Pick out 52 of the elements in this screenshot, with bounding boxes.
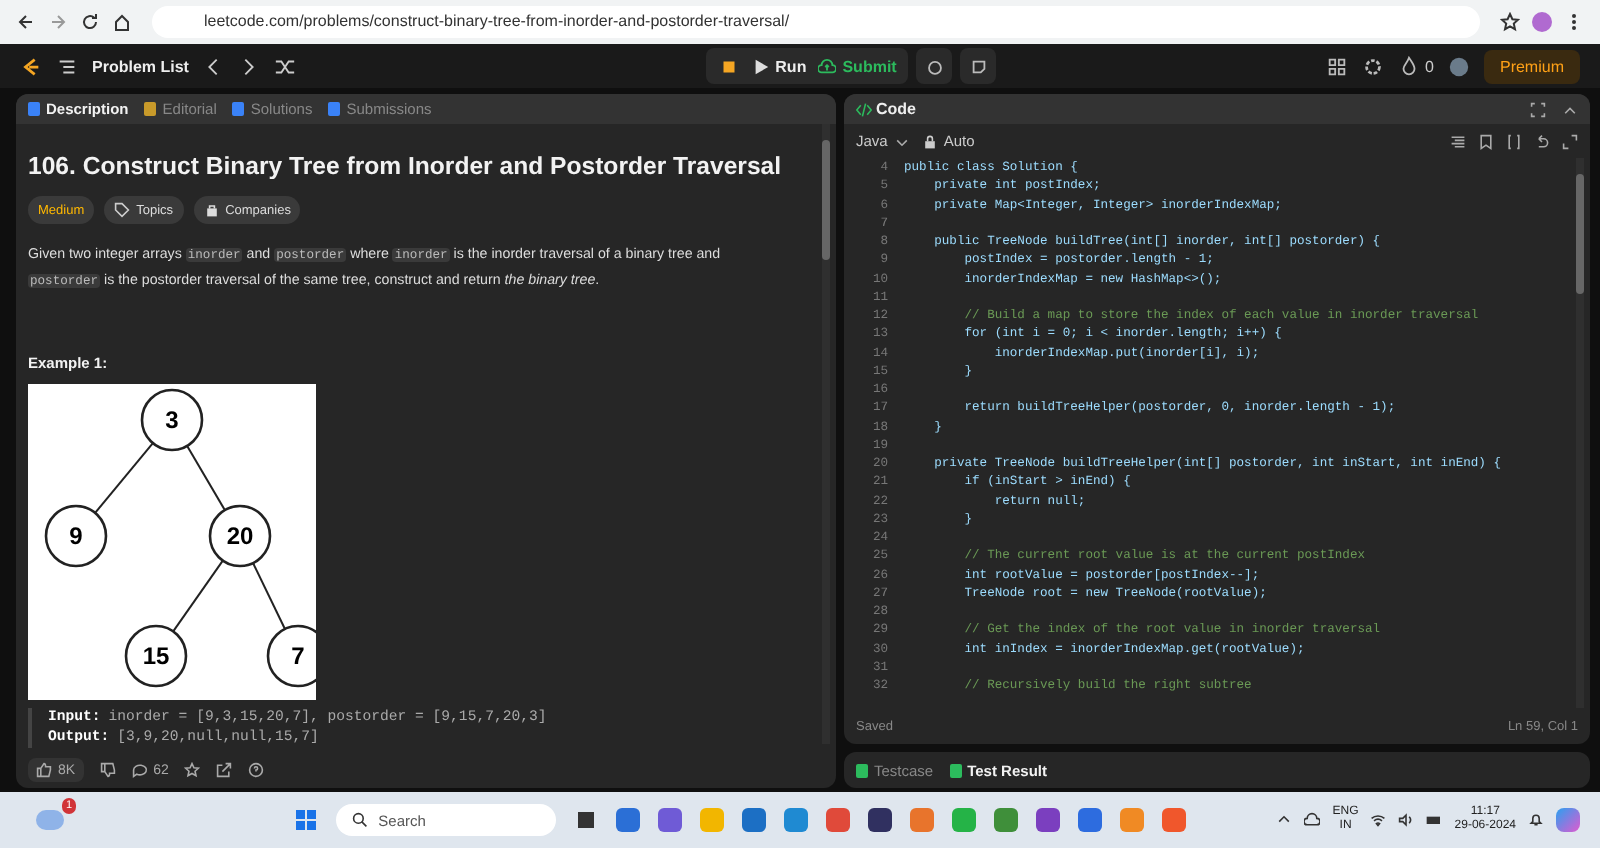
layout-icon[interactable]: [1325, 55, 1348, 77]
dislike-icon[interactable]: [99, 762, 116, 778]
bell-icon[interactable]: [1528, 812, 1544, 828]
lock-icon: [921, 133, 938, 149]
profile-avatar[interactable]: [1532, 12, 1552, 32]
code-brackets-icon: [856, 101, 872, 117]
problem-list-link[interactable]: Problem List: [92, 57, 189, 75]
back-icon[interactable]: [16, 12, 36, 32]
problem-title: 106. Construct Binary Tree from Inorder and Postorder Traversal: [28, 152, 784, 180]
star-icon[interactable]: [184, 762, 201, 778]
share-icon[interactable]: [216, 762, 233, 778]
submit-button[interactable]: Submit: [818, 57, 897, 75]
list-icon[interactable]: [56, 55, 78, 77]
tag-icon: [114, 202, 131, 218]
chevron-up-icon[interactable]: [1276, 812, 1293, 828]
star-icon[interactable]: [1500, 12, 1520, 32]
home-icon[interactable]: [112, 12, 132, 32]
help-icon[interactable]: [248, 762, 265, 778]
note-icon: [969, 57, 988, 75]
binary-tree-drawing: 3 9 20 15 7: [28, 384, 316, 700]
task-view-icon[interactable]: [574, 808, 599, 832]
braces-icon[interactable]: [1506, 133, 1522, 149]
alarm-clock-button[interactable]: [916, 48, 953, 84]
panel-title: Code: [876, 100, 916, 118]
run-button[interactable]: Run: [751, 57, 807, 75]
logo-icon[interactable]: [20, 55, 42, 77]
speech-bubble-icon: [131, 762, 148, 778]
cloud-upload-icon: [818, 57, 837, 75]
taskbar-app-icon[interactable]: [868, 808, 893, 832]
search-icon: [352, 812, 369, 828]
thumbs-up-icon: [36, 762, 52, 778]
format-icon[interactable]: [1450, 133, 1466, 149]
wifi-icon[interactable]: [1370, 812, 1387, 828]
bookmark-icon[interactable]: [1478, 133, 1494, 149]
streak-count: 0: [1425, 57, 1434, 75]
volume-icon[interactable]: [1398, 812, 1415, 828]
cloud-icon[interactable]: [1304, 812, 1321, 828]
play-icon: [751, 57, 770, 75]
taskbar-app-icon[interactable]: [1036, 808, 1061, 832]
premium-button[interactable]: Premium: [1483, 49, 1580, 83]
address-bar[interactable]: leetcode.com/problems/construct-binary-tree-from-inorder-and-postorder-traversal/: [152, 6, 1480, 38]
battery-icon[interactable]: [1426, 812, 1443, 828]
briefcase-icon: [203, 202, 220, 218]
shuffle-icon[interactable]: [274, 55, 297, 77]
avatar-icon[interactable]: [1447, 55, 1470, 77]
maximize-icon[interactable]: [1530, 101, 1546, 117]
note-button[interactable]: [960, 48, 997, 84]
windows-start-icon[interactable]: [294, 808, 319, 832]
expand-icon[interactable]: [1562, 133, 1578, 149]
undo-icon[interactable]: [1534, 133, 1550, 149]
reload-icon[interactable]: [80, 12, 100, 32]
forward-icon[interactable]: [48, 12, 68, 32]
